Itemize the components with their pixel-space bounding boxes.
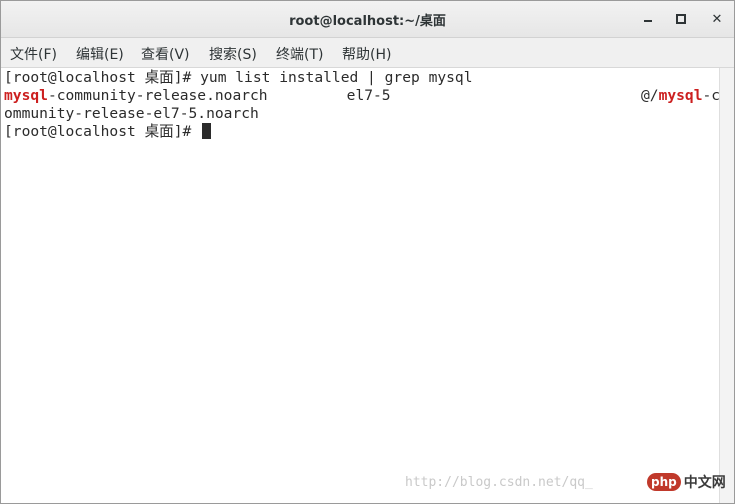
terminal-window: root@localhost:~/桌面 ✕ 文件(F) 编辑(E) 查看(V) … [0,0,735,504]
logo-badge: php [647,473,681,491]
menu-file[interactable]: 文件(F) [10,44,57,64]
maximize-icon [676,14,686,24]
close-button[interactable]: ✕ [707,9,727,29]
minimize-icon [644,20,652,22]
terminal-output[interactable]: [root@localhost 桌面]# yum list installed … [1,68,720,503]
match-highlight: mysql [4,87,48,104]
menu-search[interactable]: 搜索(S) [209,44,257,64]
menu-terminal[interactable]: 终端(T) [276,44,323,64]
maximize-button[interactable] [671,9,691,29]
menu-edit[interactable]: 编辑(E) [76,44,124,64]
result-text: -community-release.noarch el7-5 [47,87,391,104]
watermark-url: http://blog.csdn.net/qq_ [405,475,593,490]
result-line: mysql-community-release.noarch el7-5 [4,87,391,105]
window-title: root@localhost:~/桌面 [289,14,446,29]
site-logo: php 中文网 [647,472,726,492]
result-repo: @/mysql-c [641,87,720,105]
menu-bar: 文件(F) 编辑(E) 查看(V) 搜索(S) 终端(T) 帮助(H) [1,38,734,68]
menu-view[interactable]: 查看(V) [141,44,190,64]
result-line-wrap: ommunity-release-el7-5.noarch [4,105,259,122]
scrollbar[interactable] [719,68,734,503]
prompt: [root@localhost 桌面]# [4,123,201,140]
menu-help[interactable]: 帮助(H) [342,44,391,64]
repo-prefix: @/ [641,87,659,104]
close-icon: ✕ [711,11,723,27]
prompt-line: [root@localhost 桌面]# [4,123,212,141]
text-cursor [202,123,212,139]
title-bar[interactable]: root@localhost:~/桌面 ✕ [1,1,734,38]
repo-match-highlight: mysql [658,87,703,104]
logo-text: 中文网 [683,475,726,491]
repo-suffix: -c [702,87,721,104]
minimize-button[interactable] [638,9,658,29]
command-line: [root@localhost 桌面]# yum list installed … [4,69,473,86]
